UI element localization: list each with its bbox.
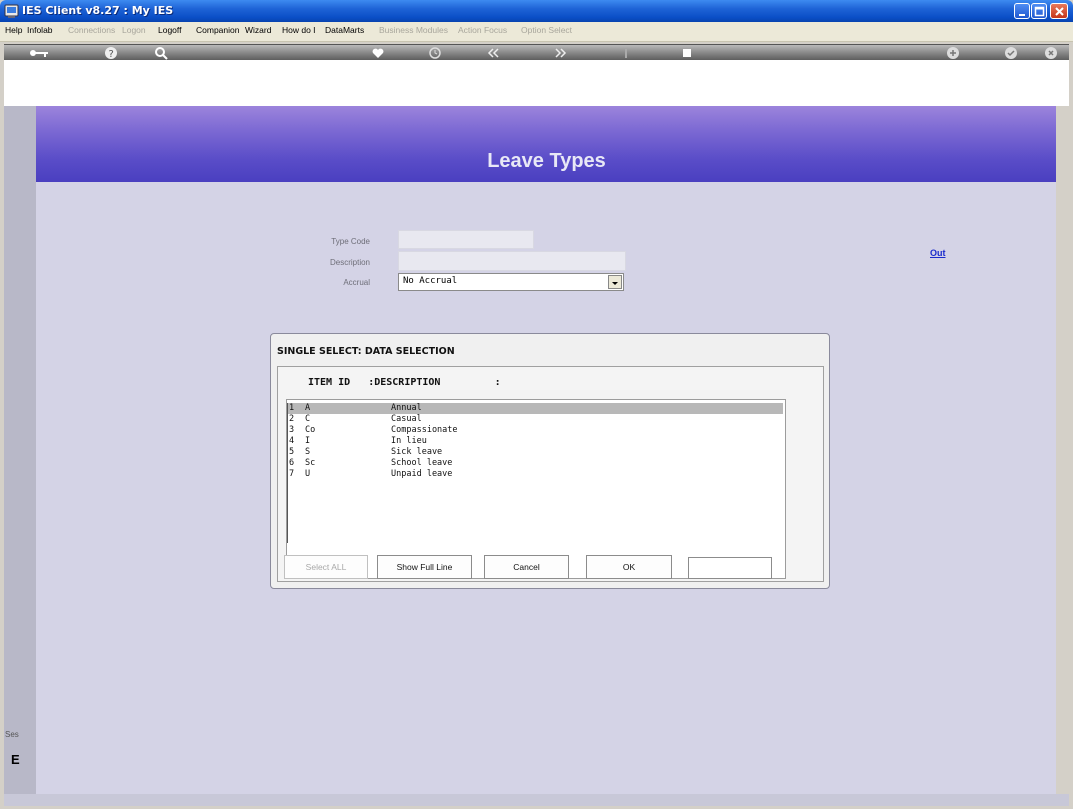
list-item[interactable]: 6 Sc School leave xyxy=(287,458,783,469)
menu-logon[interactable]: Logon xyxy=(122,25,146,35)
row-description: School leave xyxy=(391,458,453,468)
toolbar: ? xyxy=(4,44,1069,106)
description-field[interactable] xyxy=(398,251,626,271)
check-icon[interactable] xyxy=(1004,46,1018,60)
show-full-line-button[interactable]: Show Full Line xyxy=(377,555,472,579)
minimize-button[interactable] xyxy=(1014,3,1030,19)
selection-list[interactable]: 1 A Annual 2 C Casual 3 Co Compassionate… xyxy=(286,399,786,579)
title-bar[interactable]: IES Client v8.27 : My IES xyxy=(0,0,1073,22)
menu-action-focus[interactable]: Action Focus xyxy=(458,25,507,35)
search-icon[interactable] xyxy=(154,46,168,60)
list-cursor xyxy=(287,403,289,543)
menu-how-do-i[interactable]: How do I xyxy=(282,25,316,35)
list-item[interactable]: 2 C Casual xyxy=(287,414,783,425)
row-number: 1 xyxy=(289,403,295,413)
app-icon xyxy=(4,3,20,19)
description-label: Description xyxy=(329,258,370,267)
key-icon[interactable] xyxy=(28,46,50,60)
row-number: 6 xyxy=(289,458,295,468)
chevron-down-icon[interactable] xyxy=(608,275,622,289)
list-header: ITEM ID :DESCRIPTION : xyxy=(308,377,501,388)
row-description: Casual xyxy=(391,414,422,424)
row-description: In lieu xyxy=(391,436,427,446)
row-number: 4 xyxy=(289,436,295,446)
accrual-label: Accrual xyxy=(343,278,370,287)
back-icon[interactable] xyxy=(486,46,500,60)
list-item[interactable]: 3 Co Compassionate xyxy=(287,425,783,436)
stop-icon[interactable] xyxy=(680,46,694,60)
row-number: 5 xyxy=(289,447,295,457)
left-panel xyxy=(4,106,36,796)
list-item[interactable]: 1 A Annual xyxy=(287,403,783,414)
type-code-field[interactable] xyxy=(398,230,534,249)
status-bar xyxy=(4,794,1069,806)
menu-help[interactable]: Help xyxy=(5,25,22,35)
filter-input[interactable] xyxy=(688,557,772,579)
accrual-value: No Accrual xyxy=(403,276,458,286)
menu-connections[interactable]: Connections xyxy=(68,25,115,35)
row-number: 7 xyxy=(289,469,295,479)
session-label: Ses xyxy=(5,730,19,739)
accrual-select[interactable]: No Accrual xyxy=(398,273,624,291)
menu-business-modules[interactable]: Business Modules xyxy=(379,25,448,35)
heart-icon[interactable] xyxy=(371,46,385,60)
row-description: Unpaid leave xyxy=(391,469,453,479)
cancel-button[interactable]: Cancel xyxy=(484,555,569,579)
menu-option-select[interactable]: Option Select xyxy=(521,25,572,35)
row-id: Co xyxy=(305,425,316,435)
dialog-title: SINGLE SELECT: DATA SELECTION xyxy=(277,346,455,357)
menu-infolab[interactable]: Infolab xyxy=(27,25,53,35)
list-item[interactable]: 7 U Unpaid leave xyxy=(287,469,783,480)
close-icon[interactable] xyxy=(1044,46,1058,60)
out-link[interactable]: Out xyxy=(930,248,946,258)
svg-text:?: ? xyxy=(109,49,114,60)
data-selection-dialog: SINGLE SELECT: DATA SELECTION ITEM ID :D… xyxy=(270,333,830,589)
app-window: IES Client v8.27 : My IES Help Infolab C… xyxy=(0,0,1073,809)
info-icon[interactable] xyxy=(619,46,633,60)
row-id: C xyxy=(305,414,311,424)
page-title: Leave Types xyxy=(487,150,606,172)
menu-bar: Help Infolab Connections Logon Logoff Co… xyxy=(0,22,1073,42)
select-all-button[interactable]: Select ALL xyxy=(284,555,368,579)
type-code-label: Type Code xyxy=(331,237,370,246)
row-id: U xyxy=(305,469,311,479)
row-description: Annual xyxy=(391,403,422,413)
menu-companion[interactable]: Companion xyxy=(196,25,239,35)
ok-button[interactable]: OK xyxy=(586,555,672,579)
maximize-button[interactable] xyxy=(1031,3,1047,19)
header-banner: Leave Types xyxy=(36,106,1056,182)
help-icon[interactable]: ? xyxy=(104,46,118,60)
forward-icon[interactable] xyxy=(554,46,568,60)
list-item[interactable]: 4 I In lieu xyxy=(287,436,783,447)
toolbar-strip: ? xyxy=(4,44,1069,60)
status-indicator: E xyxy=(11,752,20,767)
row-id: S xyxy=(305,447,311,457)
row-description: Sick leave xyxy=(391,447,443,457)
clock-icon[interactable] xyxy=(428,46,442,60)
menu-wizard[interactable]: Wizard xyxy=(245,25,271,35)
row-number: 3 xyxy=(289,425,295,435)
row-description: Compassionate xyxy=(391,425,458,435)
menu-datamarts[interactable]: DataMarts xyxy=(325,25,364,35)
dialog-panel: ITEM ID :DESCRIPTION : 1 A Annual 2 C Ca… xyxy=(277,366,824,582)
row-id: A xyxy=(305,403,311,413)
row-number: 2 xyxy=(289,414,295,424)
menu-logoff[interactable]: Logoff xyxy=(158,25,181,35)
row-id: Sc xyxy=(305,458,316,468)
window-title: IES Client v8.27 : My IES xyxy=(22,4,174,17)
row-id: I xyxy=(305,436,311,446)
close-window-button[interactable] xyxy=(1050,3,1068,19)
list-item[interactable]: 5 S Sick leave xyxy=(287,447,783,458)
plus-icon[interactable] xyxy=(946,46,960,60)
